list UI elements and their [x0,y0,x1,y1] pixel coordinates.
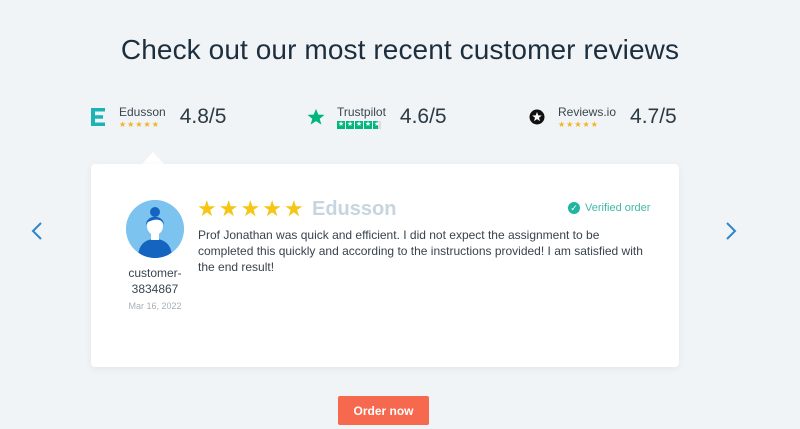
verified-label: Verified order [585,202,651,214]
check-circle-icon: ✓ [568,202,580,214]
rating-score: 4.8/5 [179,105,227,128]
rating-stars: ★ ★ ★ ★ ★ [337,121,381,129]
rating-source-name: Reviews.io [558,105,617,119]
rating-edusson: Edusson ★ ★ ★ ★ ★ 4.8/5 [89,101,226,133]
chevron-left-icon[interactable] [28,220,46,244]
star-icon: ★ [240,196,261,221]
reviewsio-star-icon [528,108,546,126]
rating-score: 4.6/5 [399,105,447,128]
avatar [126,200,184,258]
review-date: Mar 16, 2022 [128,301,182,311]
order-now-button[interactable]: Order now [338,396,429,425]
star-icon: ★ [283,196,304,221]
star-icon: ★ [262,196,282,221]
review-stars: ★ ★ ★ ★ ★ [197,198,304,220]
star-icon: ★ [218,196,239,221]
trustpilot-star-icon [307,108,325,126]
rating-stars: ★ ★ ★ ★ ★ [558,120,598,129]
verified-badge: ✓ Verified order [568,202,650,214]
review-card: customer-3834867 Mar 16, 2022 ★ ★ ★ ★ ★ … [91,164,679,367]
rating-reviewsio: Reviews.io ★ ★ ★ ★ ★ 4.7/5 [528,101,677,133]
chevron-right-icon[interactable] [722,220,740,244]
rating-trustpilot: Trustpilot ★ ★ ★ ★ ★ 4.6/5 [307,101,447,133]
review-text: Prof Jonathan was quick and efficient. I… [198,228,643,274]
review-brand: Edusson [312,198,397,220]
rating-score: 4.7/5 [630,105,677,128]
rating-source-name: Edusson [119,105,166,119]
customer-name: customer-3834867 [128,266,182,296]
page-title: Check out our most recent customer revie… [120,34,680,65]
star-icon: ★ [197,196,217,221]
rating-source-name: Trustpilot [337,105,386,119]
card-pointer [142,152,164,164]
edusson-e-icon [89,108,107,126]
rating-stars: ★ ★ ★ ★ ★ [119,120,159,129]
